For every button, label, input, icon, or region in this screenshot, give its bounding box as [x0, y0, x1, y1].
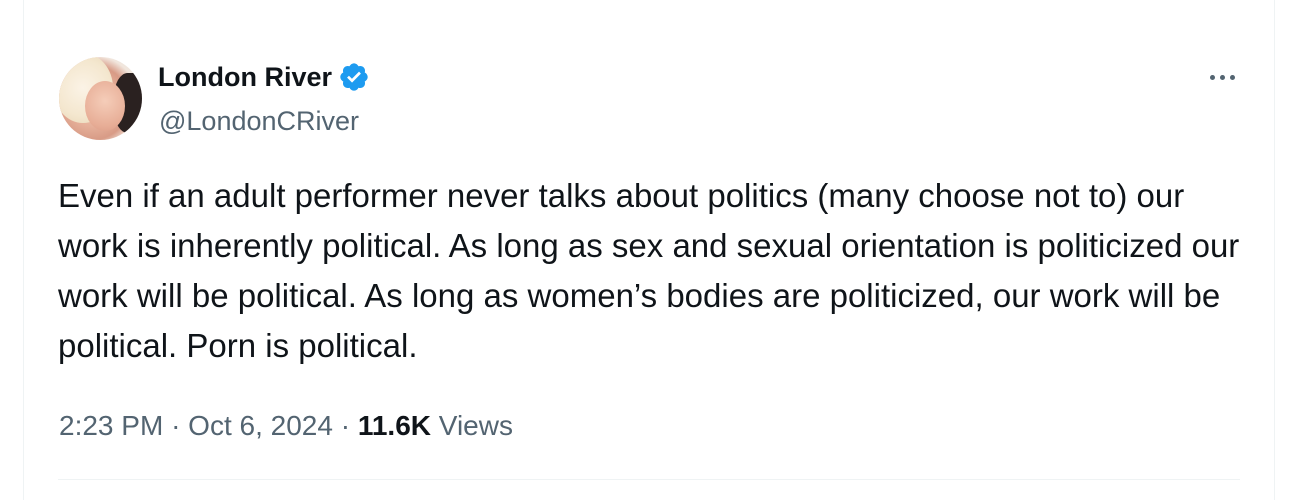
tweet-date[interactable]: Oct 6, 2024	[188, 410, 333, 441]
verified-badge-icon[interactable]	[338, 61, 370, 93]
more-options-icon[interactable]	[1204, 62, 1240, 92]
tweet-time[interactable]: 2:23 PM	[59, 410, 163, 441]
author-handle[interactable]: @LondonCRiver	[159, 102, 359, 140]
views-count: 11.6K	[357, 410, 431, 441]
views-label: Views	[438, 410, 513, 441]
meta-separator: ·	[171, 410, 181, 441]
tweet-meta: 2:23 PM · Oct 6, 2024 · 11.6K Views	[59, 406, 513, 446]
avatar[interactable]	[59, 57, 142, 140]
meta-separator: ·	[340, 410, 351, 441]
tweet-text: Even if an adult performer never talks a…	[58, 177, 1240, 364]
divider	[58, 479, 1240, 480]
author-name-row[interactable]: London River	[158, 58, 370, 96]
author-name[interactable]: London River	[158, 58, 332, 96]
